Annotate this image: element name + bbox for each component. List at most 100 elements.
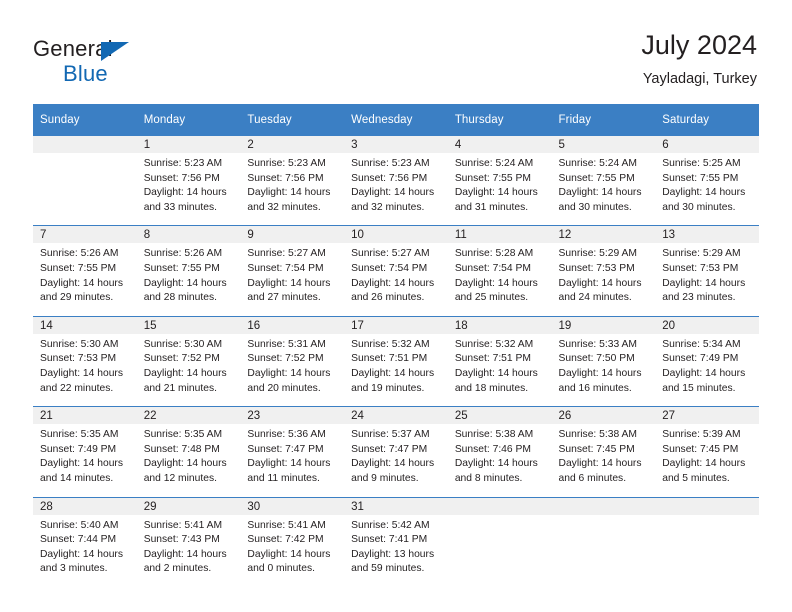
sunset-text: Sunset: 7:56 PM [143, 172, 220, 184]
calendar-day-cell[interactable]: 14 Sunrise: 5:30 AM Sunset: 7:53 PM Dayligh… [33, 315, 137, 407]
calendar-day-cell[interactable]: 18 Sunrise: 5:32 AM Sunset: 7:51 PM Dayligh… [447, 315, 552, 407]
calendar-day-cell[interactable]: 3 Sunrise: 5:23 AM Sunset: 7:56 PM Daylight… [344, 136, 448, 226]
day-number: 2 [240, 136, 345, 153]
calendar-day-cell[interactable]: 30 Sunrise: 5:41 AM Sunset: 7:42 PM Dayligh… [240, 496, 345, 587]
calendar-day-cell[interactable]: 5 Sunrise: 5:24 AM Sunset: 7:55 PM Daylight… [551, 136, 656, 226]
sunrise-text: Sunrise: 5:40 AM [40, 519, 119, 531]
day-details: Sunrise: 5:30 AM Sunset: 7:52 PM Daylight:… [137, 334, 241, 406]
calendar-day-cell[interactable]: 1 Sunrise: 5:23 AM Sunset: 7:56 PM Daylight… [136, 136, 241, 226]
sunrise-text: Sunrise: 5:31 AM [247, 338, 326, 350]
calendar-day-cell[interactable]: 24 Sunrise: 5:37 AM Sunset: 7:47 PM Dayligh… [344, 406, 448, 497]
sunrise-text: Sunrise: 5:35 AM [143, 429, 223, 441]
calendar-day-cell[interactable]: 4 Sunrise: 5:24 AM Sunset: 7:55 PM Daylight… [447, 136, 552, 226]
calendar-day-cell[interactable]: 23 Sunrise: 5:36 AM Sunset: 7:47 PM Dayligh… [240, 406, 345, 497]
day-number: 25 [447, 407, 552, 425]
sunrise-text: Sunrise: 5:29 AM [662, 248, 741, 260]
sunset-text: Sunset: 7:55 PM [454, 172, 531, 184]
day-number: 1 [136, 136, 241, 153]
calendar-day-cell[interactable]: 26 Sunrise: 5:38 AM Sunset: 7:45 PM Dayligh… [551, 406, 656, 497]
calendar-day-cell[interactable]: 7 Sunrise: 5:26 AM Sunset: 7:55 PM Daylight… [33, 225, 137, 317]
day-details [552, 515, 656, 583]
day-number: 9 [240, 226, 345, 244]
calendar-day-cell[interactable]: 8 Sunrise: 5:26 AM Sunset: 7:55 PM Daylight… [136, 225, 241, 317]
sunrise-text: Sunrise: 5:41 AM [247, 519, 326, 531]
daylight-text: Daylight: 13 hours [351, 548, 435, 560]
day-details: Sunrise: 5:38 AM Sunset: 7:45 PM Daylight:… [552, 424, 656, 496]
sunset-text: Sunset: 7:52 PM [143, 353, 220, 365]
weekday-header-thursday: Thursday [447, 104, 552, 136]
calendar-week-row: 1 Sunrise: 5:23 AM Sunset: 7:56 PM Daylight… [33, 136, 759, 226]
sunrise-text: Sunrise: 5:27 AM [247, 248, 326, 260]
sunset-text: Sunset: 7:51 PM [351, 353, 428, 365]
day-details: Sunrise: 5:33 AM Sunset: 7:50 PM Daylight:… [552, 334, 656, 406]
daylight-text: Daylight: 14 hours [662, 187, 746, 199]
daylight-text: and 32 minutes. [351, 201, 425, 213]
calendar-day-cell[interactable]: 17 Sunrise: 5:32 AM Sunset: 7:51 PM Dayligh… [344, 315, 448, 407]
sunset-text: Sunset: 7:49 PM [662, 353, 739, 365]
calendar-day-cell[interactable]: 11 Sunrise: 5:28 AM Sunset: 7:54 PM Dayligh… [447, 225, 552, 317]
day-details: Sunrise: 5:23 AM Sunset: 7:56 PM Daylight:… [137, 153, 241, 225]
day-details: Sunrise: 5:32 AM Sunset: 7:51 PM Daylight:… [448, 334, 552, 406]
day-details: Sunrise: 5:35 AM Sunset: 7:48 PM Daylight:… [137, 424, 241, 496]
daylight-text: Daylight: 14 hours [143, 458, 227, 470]
calendar-day-cell[interactable]: 9 Sunrise: 5:27 AM Sunset: 7:54 PM Daylight… [240, 225, 345, 317]
day-details: Sunrise: 5:27 AM Sunset: 7:54 PM Daylight:… [344, 243, 448, 315]
calendar-header-row: Sunday Monday Tuesday Wednesday Thursday Frid… [33, 104, 759, 136]
day-number: 7 [33, 226, 137, 244]
sunrise-text: Sunrise: 5:23 AM [351, 158, 430, 169]
calendar-day-cell[interactable]: 10 Sunrise: 5:27 AM Sunset: 7:54 PM Dayligh… [344, 225, 448, 317]
daylight-text: and 16 minutes. [558, 382, 632, 394]
day-details: Sunrise: 5:23 AM Sunset: 7:56 PM Daylight:… [344, 153, 448, 225]
day-details: Sunrise: 5:25 AM Sunset: 7:55 PM Daylight:… [655, 153, 759, 225]
calendar-day-cell[interactable]: 6 Sunrise: 5:25 AM Sunset: 7:55 PM Daylight… [655, 136, 759, 226]
day-details: Sunrise: 5:41 AM Sunset: 7:43 PM Daylight:… [137, 515, 241, 587]
day-details: Sunrise: 5:24 AM Sunset: 7:55 PM Daylight:… [448, 153, 552, 225]
sunset-text: Sunset: 7:42 PM [247, 534, 324, 546]
calendar-day-cell[interactable]: 22 Sunrise: 5:35 AM Sunset: 7:48 PM Dayligh… [136, 406, 241, 497]
sunset-text: Sunset: 7:50 PM [558, 353, 635, 365]
day-details [33, 153, 137, 221]
calendar-day-cell[interactable]: 12 Sunrise: 5:29 AM Sunset: 7:53 PM Dayligh… [551, 225, 656, 317]
daylight-text: Daylight: 14 hours [351, 367, 435, 379]
calendar-day-cell[interactable]: 19 Sunrise: 5:33 AM Sunset: 7:50 PM Dayligh… [551, 315, 656, 407]
sunrise-text: Sunrise: 5:32 AM [351, 338, 430, 350]
daylight-text: Daylight: 14 hours [662, 367, 746, 379]
daylight-text: and 11 minutes. [247, 472, 320, 484]
calendar-day-cell[interactable]: 13 Sunrise: 5:29 AM Sunset: 7:53 PM Dayligh… [655, 225, 759, 317]
day-details: Sunrise: 5:40 AM Sunset: 7:44 PM Daylight:… [33, 515, 137, 587]
day-details: Sunrise: 5:42 AM Sunset: 7:41 PM Daylight:… [344, 515, 448, 587]
logo-text-blue: Blue [63, 61, 108, 86]
daylight-text: Daylight: 14 hours [247, 277, 331, 289]
daylight-text: and 6 minutes. [558, 472, 627, 484]
day-number: 30 [240, 497, 345, 515]
day-details: Sunrise: 5:29 AM Sunset: 7:53 PM Daylight:… [552, 243, 656, 315]
calendar-day-cell[interactable]: 28 Sunrise: 5:40 AM Sunset: 7:44 PM Dayligh… [33, 496, 137, 587]
day-number: 20 [655, 316, 759, 334]
calendar-day-cell[interactable]: 29 Sunrise: 5:41 AM Sunset: 7:43 PM Dayligh… [136, 496, 241, 587]
sunrise-text: Sunrise: 5:24 AM [558, 158, 637, 169]
sunset-text: Sunset: 7:51 PM [454, 353, 531, 365]
day-details: Sunrise: 5:29 AM Sunset: 7:53 PM Daylight:… [655, 243, 759, 315]
day-number: 6 [655, 136, 759, 153]
calendar-day-cell[interactable]: 25 Sunrise: 5:38 AM Sunset: 7:46 PM Dayligh… [447, 406, 552, 497]
calendar-day-cell[interactable]: 16 Sunrise: 5:31 AM Sunset: 7:52 PM Dayligh… [240, 315, 345, 407]
calendar-day-cell-empty [33, 136, 137, 226]
day-details: Sunrise: 5:28 AM Sunset: 7:54 PM Daylight:… [448, 243, 552, 315]
calendar-day-cell[interactable]: 15 Sunrise: 5:30 AM Sunset: 7:52 PM Dayligh… [136, 315, 241, 407]
calendar-day-cell[interactable]: 21 Sunrise: 5:35 AM Sunset: 7:49 PM Dayligh… [33, 406, 137, 497]
day-details: Sunrise: 5:30 AM Sunset: 7:53 PM Daylight:… [33, 334, 137, 406]
daylight-text: Daylight: 14 hours [40, 367, 123, 379]
sunset-text: Sunset: 7:52 PM [247, 353, 324, 365]
calendar-day-cell[interactable]: 2 Sunrise: 5:23 AM Sunset: 7:56 PM Daylight… [240, 136, 345, 226]
daylight-text: and 32 minutes. [247, 201, 321, 213]
calendar-day-cell[interactable]: 31 Sunrise: 5:42 AM Sunset: 7:41 PM Dayligh… [344, 496, 448, 587]
sunrise-text: Sunrise: 5:27 AM [351, 248, 430, 260]
daylight-text: and 9 minutes. [351, 472, 419, 484]
day-number [551, 497, 656, 515]
calendar-day-cell[interactable]: 20 Sunrise: 5:34 AM Sunset: 7:49 PM Dayligh… [655, 315, 759, 407]
daylight-text: Daylight: 14 hours [558, 187, 642, 199]
page-subtitle-location: Yayladagi, Turkey [642, 71, 757, 88]
calendar-day-cell[interactable]: 27 Sunrise: 5:39 AM Sunset: 7:45 PM Dayligh… [655, 406, 759, 497]
day-details: Sunrise: 5:26 AM Sunset: 7:55 PM Daylight:… [137, 243, 241, 315]
sunrise-text: Sunrise: 5:37 AM [351, 429, 430, 441]
